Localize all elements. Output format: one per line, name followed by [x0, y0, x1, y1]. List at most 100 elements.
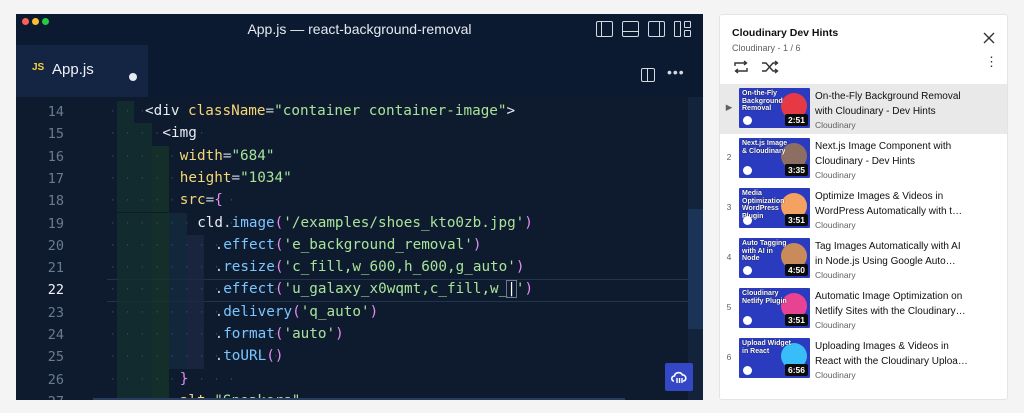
playlist-item[interactable]: ▶ On-the-Fly Background Removal 2:51 On-the…	[720, 84, 1007, 134]
code-token-brk: )	[335, 326, 344, 342]
video-title[interactable]: On-the-Fly Background Removal with Cloud…	[815, 89, 1005, 119]
video-duration: 6:56	[784, 364, 808, 376]
code-token-attr: src	[179, 192, 206, 209]
video-thumbnail[interactable]: Auto Tagging with AI in Node 4:50	[739, 238, 810, 278]
code-token-brk: ()	[266, 348, 284, 365]
code-token-brk: }	[179, 370, 189, 387]
thumbnail-caption: On-the-Fly Background Removal	[742, 90, 783, 112]
code-line[interactable]: · · · · · · · · · 16 width="684"	[16, 145, 703, 168]
video-thumbnail[interactable]: Upload Widget in React 6:56	[739, 338, 810, 378]
now-playing-icon: ▶	[725, 102, 733, 112]
toggle-secondary-sidebar-icon[interactable]	[648, 21, 665, 37]
selection-bar	[93, 398, 625, 400]
code-token-punc: =	[231, 169, 241, 186]
code-text: .toURL()	[215, 348, 284, 364]
playlist-item[interactable]: 3 Media Optimization WordPress Plugin 3:51…	[720, 184, 1007, 234]
line-number: 17	[47, 170, 64, 187]
code-line[interactable]: · · · · · · · · · · · · 23 .delivery('q_au…	[16, 301, 703, 324]
video-title[interactable]: Uploading Images & Videos in React with …	[815, 339, 1005, 369]
more-vertical-icon[interactable]: ⋮	[985, 55, 998, 68]
code-token-str: "684"	[231, 147, 275, 164]
code-line[interactable]: · · · · · · · · · 18 src={	[16, 190, 703, 213]
code-line[interactable]: · · · · · · · 15 <img	[16, 123, 703, 146]
code-token-fn: effect	[223, 236, 275, 253]
code-line[interactable]: · · · · · · · · · · · · 20 .effect('e_back…	[16, 234, 703, 258]
code-text: .effect('u_galaxy_x0wqmt,c_fill,w_|')	[214, 280, 533, 299]
tab-app-js[interactable]: JS App.js	[16, 45, 148, 97]
code-token-punc: .	[214, 281, 224, 298]
loop-icon[interactable]	[732, 60, 750, 74]
video-playlist-panel: Cloudinary Dev Hints Cloudinary - 1 / 6 …	[719, 14, 1008, 400]
code-token-tag: <img	[162, 125, 197, 142]
code-token-punc: =	[265, 103, 275, 119]
code-token-punc: |	[506, 280, 517, 299]
code-token-brk: )	[472, 236, 482, 253]
scrollbar-thumb[interactable]	[688, 209, 703, 329]
more-actions-icon[interactable]: •••	[667, 64, 685, 80]
cloudinary-logo-icon	[743, 316, 752, 325]
code-line[interactable]: · · · · · · · · · · · · 24 .format('auto')	[16, 324, 703, 347]
line-number: 20	[47, 237, 64, 254]
thumbnail-caption: Next.js Image & Cloudinary	[742, 140, 788, 155]
code-line[interactable]: · · · · · · · · · 26}	[16, 368, 703, 391]
playlist-subtitle[interactable]: Cloudinary - 1 / 6	[732, 43, 801, 53]
video-channel: Cloudinary	[815, 270, 856, 280]
code-token-tag: cld	[197, 214, 224, 231]
code-line[interactable]: · · · · · · · · · · · · 25 .toURL()	[16, 346, 703, 369]
split-editor-icon[interactable]	[641, 68, 655, 82]
video-thumbnail[interactable]: Media Optimization WordPress Plugin 3:51	[739, 188, 810, 228]
playlist-item[interactable]: 6 Upload Widget in React 6:56 Uploading Ima…	[720, 334, 1007, 384]
playlist-item[interactable]: 5 Cloudinary Netlify Plugin 3:51 Automatic …	[720, 284, 1007, 334]
line-number: 15	[47, 126, 64, 143]
shuffle-icon[interactable]	[761, 60, 779, 74]
code-line[interactable]: · · · · · · · · · 17 height="1034"	[16, 167, 703, 191]
code-line[interactable]: · · · · · · · · · · · · 21 .resize('c_fill…	[16, 257, 703, 280]
thumbnail-caption: Upload Widget in React	[742, 340, 791, 355]
code-token-punc: .	[214, 303, 224, 320]
line-number: 22	[47, 282, 64, 299]
line-number: 27	[16, 394, 64, 400]
video-thumbnail[interactable]: Next.js Image & Cloudinary 3:35	[739, 138, 810, 178]
video-channel: Cloudinary	[815, 320, 856, 330]
title-bar: App.js — react-background-removal	[16, 14, 703, 45]
playlist-item[interactable]: 4 Auto Tagging with AI in Node 4:50 Tag Ima…	[720, 234, 1007, 284]
playlist-index: 2	[726, 152, 732, 162]
cloud-icon	[671, 371, 687, 383]
toggle-panel-icon[interactable]	[622, 21, 639, 37]
playlist-index: 5	[726, 302, 732, 312]
code-line[interactable]: · · · · · 14 <div className="container co…	[16, 101, 703, 124]
code-token-str: "1034"	[240, 169, 292, 186]
playlist-title[interactable]: Cloudinary Dev Hints	[732, 27, 838, 39]
code-token-brk: (	[292, 303, 301, 320]
code-area[interactable]: · · · · · 14 <div className="container co…	[16, 97, 703, 400]
video-thumbnail[interactable]: Cloudinary Netlify Plugin 3:51	[739, 288, 810, 328]
unsaved-changes-dot-icon[interactable]	[129, 73, 137, 81]
code-token-punc: .	[214, 348, 224, 365]
code-editor-window: App.js — react-background-removal JS App…	[16, 14, 703, 400]
video-title[interactable]: Tag Images Automatically with AI in Node…	[815, 239, 1005, 269]
whitespace-dots: · · · · · · · · ·	[110, 374, 237, 385]
toggle-sidebar-icon[interactable]	[596, 21, 613, 37]
customize-layout-icon[interactable]	[674, 21, 691, 37]
code-line[interactable]: · · · · · · · · · · · 19 cld.image('/exam…	[16, 212, 703, 235]
video-title[interactable]: Automatic Image Optimization on Netlify …	[815, 289, 1005, 319]
line-number: 14	[47, 104, 64, 120]
code-token-brk: {	[214, 192, 223, 209]
code-line[interactable]: · · · · · · · · · · · · 22 .effect('u_gala…	[16, 279, 703, 302]
code-token-attr: height	[179, 169, 232, 186]
video-title[interactable]: Optimize Images & Videos in WordPress Au…	[815, 189, 1005, 219]
close-icon[interactable]	[983, 32, 995, 44]
video-channel: Cloudinary	[815, 220, 856, 230]
playlist-item[interactable]: 2 Next.js Image & Cloudinary 3:35 Next.js I…	[720, 134, 1007, 184]
playlist-index: 4	[726, 252, 732, 262]
cloudinary-logo-icon	[743, 366, 752, 375]
cloudinary-extension-button[interactable]	[665, 363, 693, 391]
video-duration: 3:51	[784, 314, 808, 326]
video-thumbnail[interactable]: On-the-Fly Background Removal 2:51	[739, 88, 810, 128]
code-token-attr: className	[188, 103, 266, 119]
video-title[interactable]: Next.js Image Component with Cloudinary …	[815, 139, 1005, 169]
code-token-str: 'c_fill,w_600,h_600,g_auto'	[283, 259, 516, 276]
code-text: .resize('c_fill,w_600,h_600,g_auto')	[215, 259, 525, 275]
code-token-str: '/examples/shoes_kto0zb.jpg'	[283, 214, 525, 231]
code-token-str: 'u_galaxy_x0wqmt,c_fill,w_	[283, 281, 508, 298]
